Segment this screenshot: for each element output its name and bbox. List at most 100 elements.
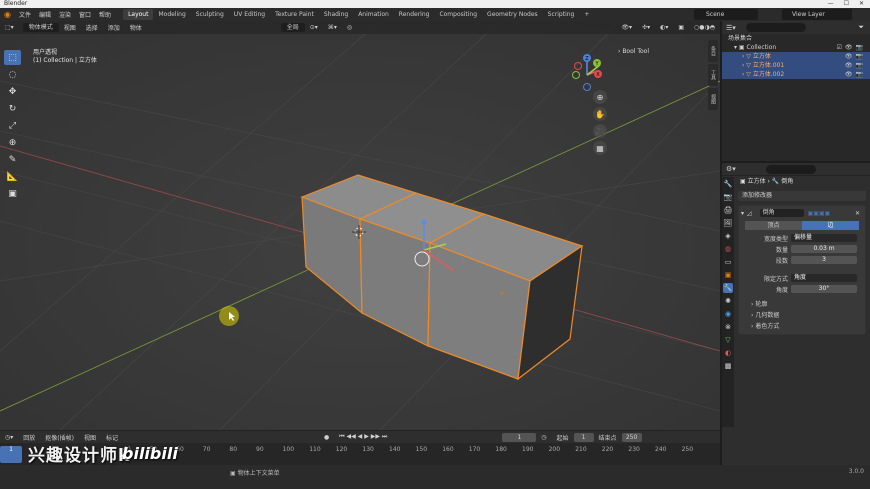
tab-animation[interactable]: Animation <box>353 9 394 20</box>
tab-layout[interactable]: Layout <box>123 9 154 20</box>
add-workspace-button[interactable]: + <box>579 9 594 20</box>
scene-selector[interactable]: Scene <box>694 9 758 20</box>
tab-compositing[interactable]: Compositing <box>434 9 482 20</box>
tool-tab-icon[interactable]: 🔧 <box>723 179 733 189</box>
move-tool-icon[interactable]: ✥ <box>4 84 21 99</box>
gizmo-z-label[interactable]: Z <box>585 56 589 62</box>
current-frame-field[interactable]: 1 <box>502 432 537 442</box>
maximize-button[interactable]: ☐ <box>844 0 849 8</box>
visibility-icon[interactable]: 👁▾ <box>616 24 637 31</box>
gizmo-toggle-icon[interactable]: ✣▾ <box>637 24 655 31</box>
transform-tool-icon[interactable]: ⊕ <box>4 135 21 150</box>
segments-field[interactable]: 3 <box>791 256 857 264</box>
xray-icon[interactable]: ▣ <box>673 24 689 31</box>
measure-tool-icon[interactable]: 📐 <box>4 169 21 184</box>
cube-001-visibility-icons[interactable]: 👁📷 <box>845 61 866 70</box>
menu-select[interactable]: 选择 <box>81 23 103 32</box>
properties-search-input[interactable] <box>765 164 816 174</box>
subpanel-profile[interactable]: › 轮廓 <box>741 299 863 310</box>
sidebar-tab-item[interactable]: 条目 <box>708 40 718 62</box>
texture-tab-icon[interactable]: ▩ <box>723 361 733 371</box>
affect-vertices-button[interactable]: 顶点 <box>745 221 802 230</box>
clock-icon[interactable]: ◷ <box>536 434 551 441</box>
menu-help[interactable]: 帮助 <box>95 10 115 19</box>
sidebar-tab-tool[interactable]: 工具 <box>708 64 718 86</box>
properties-editor-icon[interactable]: ⚙▾ <box>726 165 736 173</box>
subpanel-shading[interactable]: › 着色方式 <box>741 321 863 332</box>
width-type-dropdown[interactable]: 偏移量 <box>791 234 857 242</box>
tab-sculpting[interactable]: Sculpting <box>191 9 229 20</box>
outliner-item-cube[interactable]: › ▽ 立方体 👁📷 <box>722 52 870 61</box>
physics-tab-icon[interactable]: ◉ <box>723 309 733 319</box>
add-modifier-button[interactable]: 添加修改器 <box>738 191 866 201</box>
gizmo-x-label[interactable]: X <box>596 72 600 78</box>
limit-method-dropdown[interactable]: 角度 <box>791 274 857 282</box>
view-layer-selector[interactable]: View Layer <box>782 9 852 20</box>
snap-icon[interactable]: ⌘▾ <box>323 24 342 31</box>
start-frame-field[interactable]: 1 <box>573 432 594 442</box>
blender-logo-icon[interactable]: ◉ <box>0 10 15 19</box>
timeline-editor-icon[interactable]: ◷▾ <box>0 434 18 441</box>
modifier-toggle-icons[interactable]: ▣▣▣▣ <box>808 210 831 217</box>
transform-orientation-dropdown[interactable]: 全局 <box>280 23 305 32</box>
outliner-search-input[interactable] <box>745 23 806 32</box>
outliner-item-cube-001[interactable]: › ▽ 立方体.001 👁📷 <box>722 61 870 70</box>
close-button[interactable]: ✕ <box>859 0 864 8</box>
menu-render[interactable]: 渲染 <box>55 10 75 19</box>
filter-icon[interactable]: ⏷ <box>858 23 864 32</box>
sidebar-tab-view[interactable]: 视图 <box>708 88 718 110</box>
modifier-tab-icon[interactable]: 🔧 <box>723 283 733 293</box>
object-tab-icon[interactable]: ▣ <box>723 270 733 280</box>
annotate-tool-icon[interactable]: ✎ <box>4 152 21 167</box>
playhead[interactable]: 1 <box>0 446 22 463</box>
scene-tab-icon[interactable]: ◈ <box>723 231 733 241</box>
3d-viewport[interactable]: Z X Y <box>0 21 720 430</box>
modifier-name-field[interactable]: 倒角 <box>759 209 804 217</box>
rotate-tool-icon[interactable]: ↻ <box>4 101 21 116</box>
cube-002-visibility-icons[interactable]: 👁📷 <box>845 70 866 79</box>
select-tool-icon[interactable]: ⬚ <box>4 50 21 65</box>
menu-window[interactable]: 窗口 <box>75 10 95 19</box>
menu-object[interactable]: 物体 <box>125 23 147 32</box>
tab-texture-paint[interactable]: Texture Paint <box>270 9 319 20</box>
mode-dropdown[interactable]: 物体模式 <box>22 23 59 32</box>
outliner-item-cube-002[interactable]: › ▽ 立方体.002 👁📷 <box>722 70 870 79</box>
outliner-collection[interactable]: ▾ ▣ Collection ☑👁📷 <box>722 43 870 52</box>
tab-modeling[interactable]: Modeling <box>153 9 190 20</box>
tab-shading[interactable]: Shading <box>319 9 353 20</box>
editor-type-icon[interactable]: ⬚▾ <box>0 24 19 31</box>
menu-file[interactable]: 文件 <box>15 10 35 19</box>
pivot-icon[interactable]: ⊙▾ <box>305 24 323 31</box>
record-icon[interactable]: ● <box>319 434 334 441</box>
view-layer-tab-icon[interactable]: 🖼 <box>723 218 733 228</box>
ortho-grid-icon[interactable]: ▦ <box>593 141 607 155</box>
playback-controls-icon[interactable]: ⏮ ◀◀ ◀ ▶ ▶▶ ⏭ <box>334 433 392 441</box>
modifier-remove-icon[interactable]: ✕ <box>855 210 860 217</box>
collection-tab-icon[interactable]: ▭ <box>723 257 733 267</box>
tab-geometry-nodes[interactable]: Geometry Nodes <box>482 9 543 20</box>
subpanel-geometry[interactable]: › 几何数据 <box>741 310 863 321</box>
overlay-toggle-icon[interactable]: ◐▾ <box>655 24 673 31</box>
pan-hand-icon[interactable]: ✋ <box>593 107 607 121</box>
menu-add[interactable]: 添加 <box>103 23 125 32</box>
outliner-scene-collection[interactable]: 场景集合 <box>722 34 870 43</box>
shading-modes-icon[interactable]: ○●◑◓ <box>689 24 720 31</box>
add-cube-tool-icon[interactable]: ▣ <box>4 186 21 201</box>
cursor-tool-icon[interactable]: ◌ <box>4 67 21 82</box>
amount-field[interactable]: 0.03 m <box>791 245 857 253</box>
affect-edges-button[interactable]: 边 <box>802 221 859 230</box>
zoom-icon[interactable]: ⊕ <box>593 90 607 104</box>
tab-scripting[interactable]: Scripting <box>543 9 580 20</box>
world-tab-icon[interactable]: ◍ <box>723 244 733 254</box>
tab-rendering[interactable]: Rendering <box>394 9 435 20</box>
output-tab-icon[interactable]: 🖨 <box>723 205 733 215</box>
render-tab-icon[interactable]: 📷 <box>723 192 733 202</box>
minimize-button[interactable]: — <box>828 0 834 8</box>
constraints-tab-icon[interactable]: ⊗ <box>723 322 733 332</box>
scale-tool-icon[interactable]: ⤢ <box>4 118 21 133</box>
tab-uv-editing[interactable]: UV Editing <box>229 9 270 20</box>
bool-tool-label[interactable]: › Bool Tool <box>618 48 649 55</box>
data-tab-icon[interactable]: ▽ <box>723 335 733 345</box>
menu-view[interactable]: 视图 <box>59 23 81 32</box>
menu-edit[interactable]: 编辑 <box>35 10 55 19</box>
